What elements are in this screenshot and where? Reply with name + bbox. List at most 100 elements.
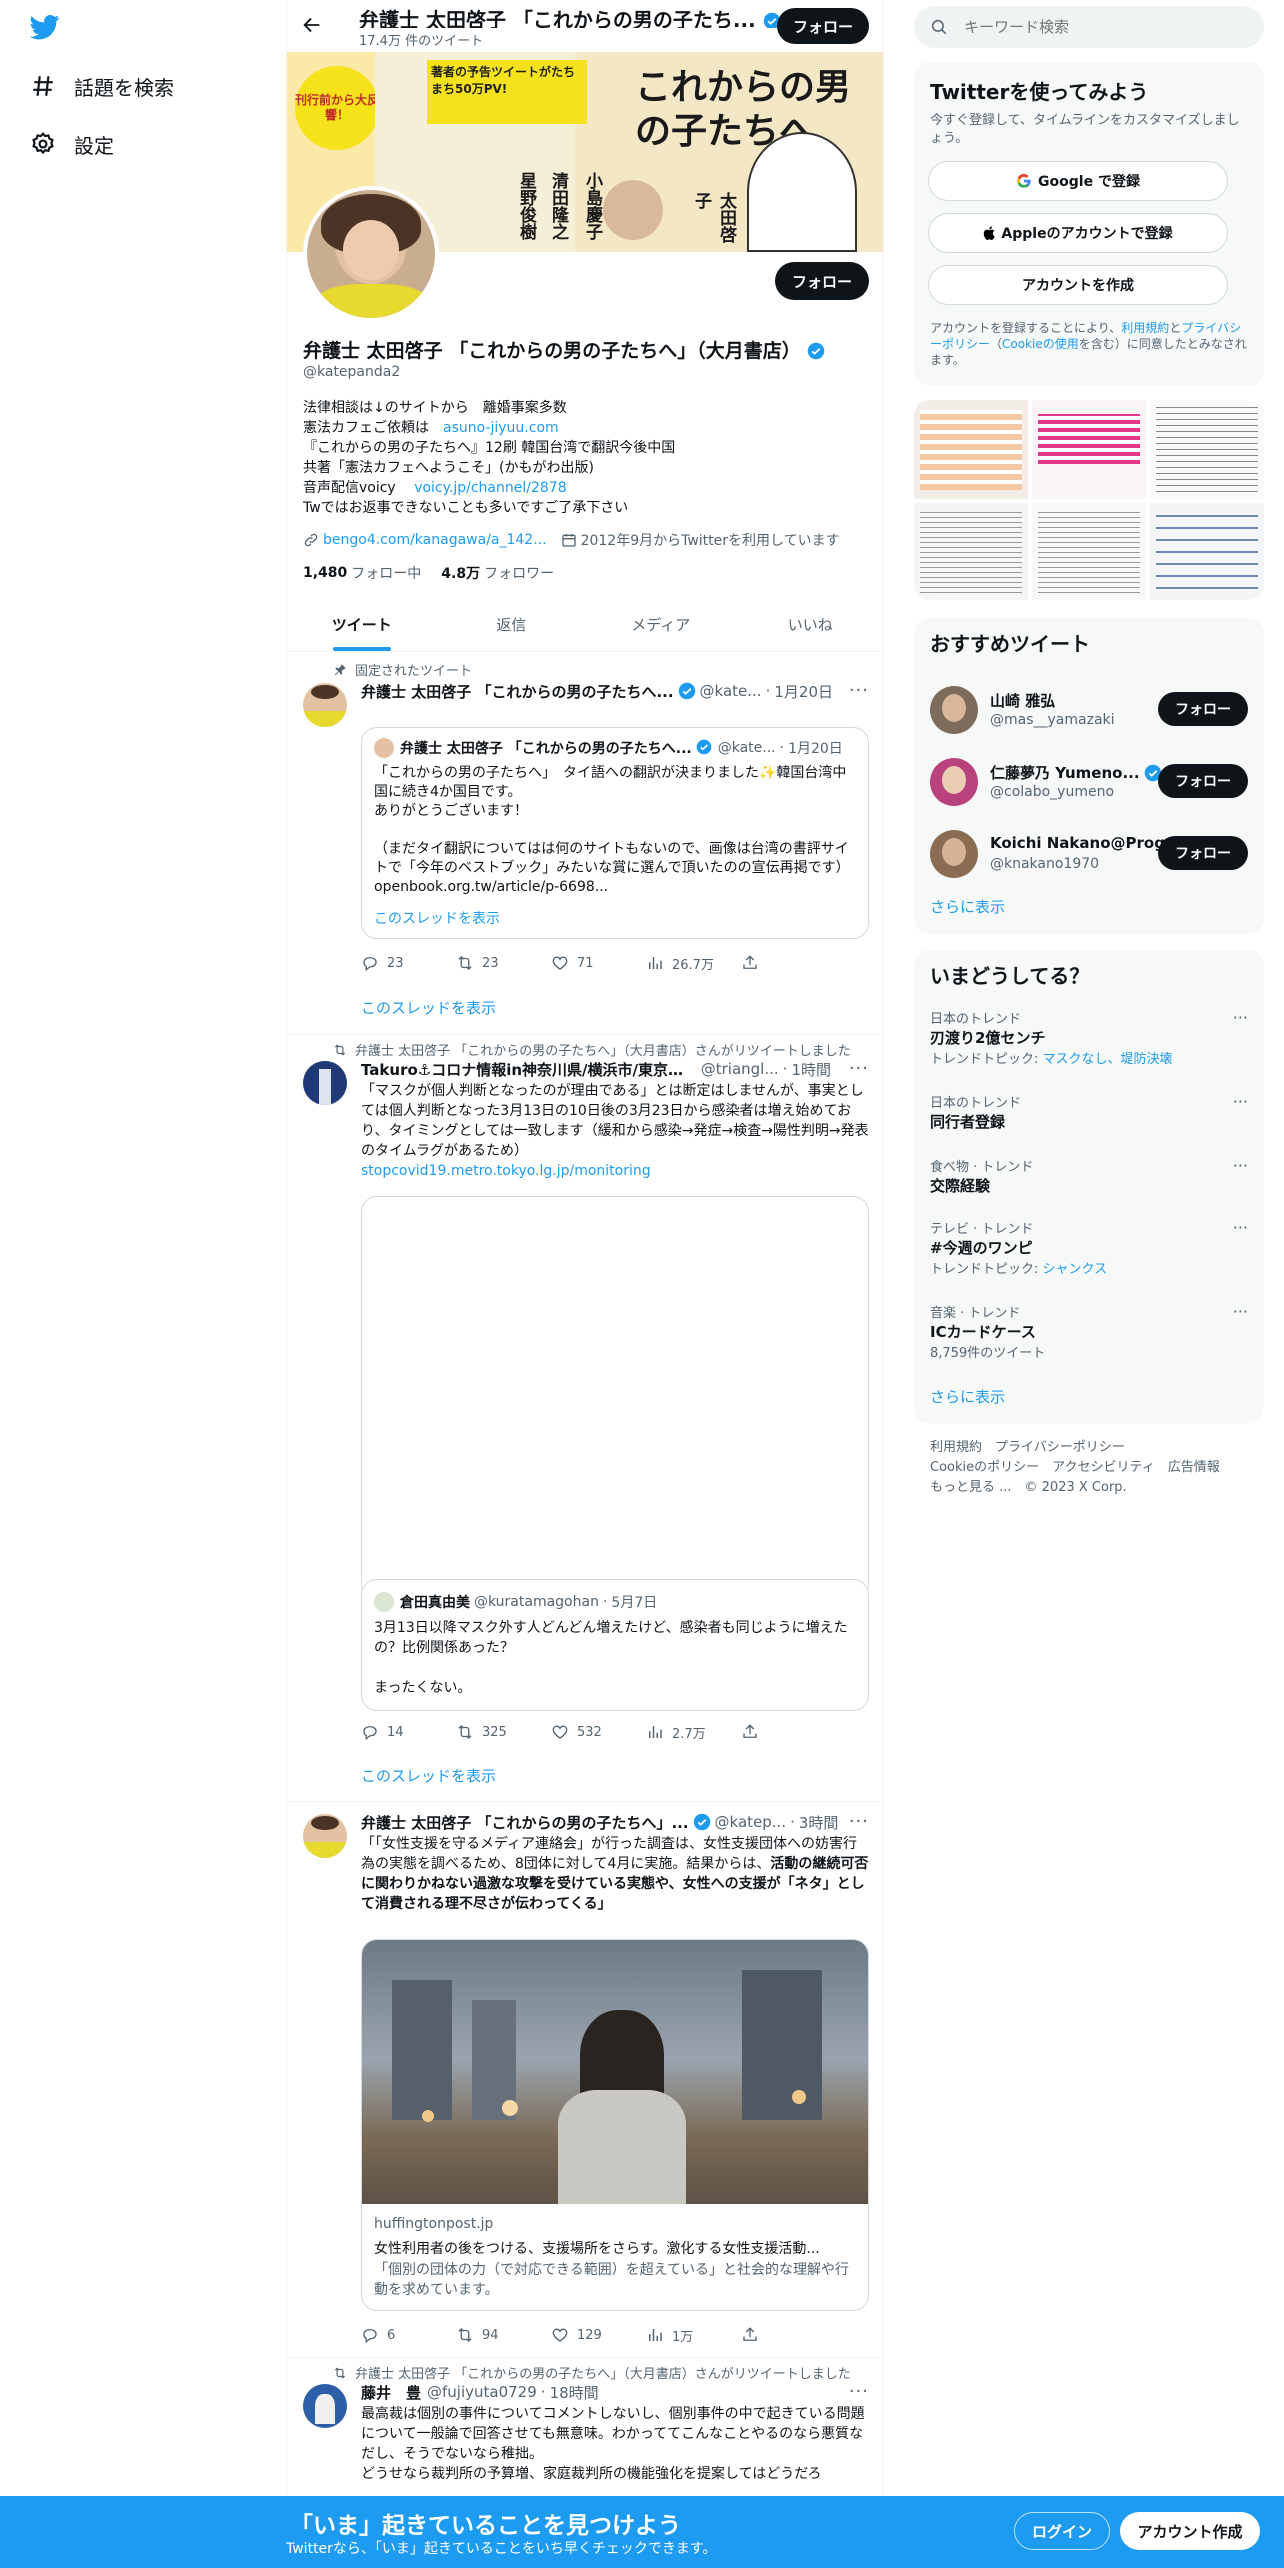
quote-tweet[interactable]: 弁護士 太田啓子 「これからの男の子たちへ... @kate... · 1月20… (361, 727, 869, 939)
quote-show-thread[interactable]: このスレッドを表示 (374, 908, 500, 928)
media-thumbnail[interactable] (1150, 400, 1264, 499)
share-button[interactable] (741, 1723, 836, 1741)
tweet-pinned[interactable]: 固定されたツイート 弁護士 太田啓子 「これからの男の子たちへ... @kate… (287, 653, 883, 1035)
show-thread-link[interactable]: このスレッドを表示 (361, 997, 496, 1018)
tweet-time[interactable]: 3時間 (799, 1812, 839, 1832)
search-input[interactable] (964, 18, 1244, 36)
show-thread-link[interactable]: このスレッドを表示 (361, 1765, 496, 1786)
author-name[interactable]: 弁護士 太田啓子 「これからの男の子たちへ」... (361, 1812, 689, 1832)
media-thumbnail[interactable] (914, 503, 1028, 600)
views-button[interactable]: 26.7万 (646, 954, 741, 973)
media-thumbnail[interactable] (914, 400, 1028, 499)
trend-topic-link[interactable]: シャンクス (1043, 1262, 1108, 1277)
terms-link[interactable]: 利用規約 (1121, 321, 1169, 335)
follow-button[interactable]: フォロー (1158, 764, 1248, 798)
recommended-show-more[interactable]: さらに表示 (930, 896, 1005, 917)
trend-topic-link[interactable]: マスクなし、堤防決壊 (1043, 1052, 1173, 1067)
tweet-time[interactable]: 18時間 (550, 2382, 599, 2402)
trend-item[interactable]: 日本のトレンド 刃渡り2億センチ トレンドトピック: マスクなし、堤防決壊 ··… (930, 1008, 1248, 1067)
retweet-button[interactable]: 94 (456, 2326, 551, 2344)
tweet-time[interactable]: 1月20日 (774, 681, 833, 701)
recommended-user[interactable]: 仁藤夢乃 Yumeno... @colabo_yumeno フォロー (914, 746, 1264, 818)
retweet-button[interactable]: 23 (456, 954, 551, 972)
tweet-link[interactable]: stopcovid19.metro.tokyo.lg.jp/monitoring (361, 1161, 869, 1181)
trend-more-icon[interactable]: ··· (1233, 1156, 1248, 1175)
following-label[interactable]: フォロー中 (351, 563, 421, 583)
profile-website[interactable]: bengo4.com/kanagawa/a_142... (323, 532, 547, 548)
tab-media[interactable]: メディア (586, 598, 736, 651)
like-button[interactable]: 532 (551, 1723, 646, 1741)
reply-button[interactable]: 6 (361, 2326, 456, 2344)
author-name[interactable]: 藤井 豊 (361, 2382, 421, 2402)
author-handle[interactable]: @fujiyuta0729 (427, 2383, 537, 2401)
more-options-icon[interactable]: ··· (849, 2381, 869, 2402)
author-name[interactable]: Takuro⚓コロナ情報in神奈川県/横浜市/東京都(全... (361, 1059, 697, 1079)
follow-button[interactable]: フォロー (1158, 692, 1248, 726)
trend-item[interactable]: 日本のトレンド 同行者登録 ··· (930, 1092, 1248, 1132)
apple-signup-button[interactable]: Appleのアカウントで登録 (928, 213, 1228, 253)
cookie-link[interactable]: Cookieの使用 (1002, 337, 1079, 351)
trend-item[interactable]: テレビ · トレンド #今週のワンピ トレンドトピック: シャンクス ··· (930, 1218, 1248, 1277)
recommended-user[interactable]: Koichi Nakano@Prog... @knakano1970 フォロー (914, 818, 1264, 890)
tab-likes[interactable]: いいね (736, 598, 884, 651)
bio-link[interactable]: voicy.jp/channel/2878 (414, 480, 566, 496)
retweet-button[interactable]: 325 (456, 1723, 551, 1741)
views-button[interactable]: 2.7万 (646, 1723, 741, 1742)
trends-show-more[interactable]: さらに表示 (930, 1386, 1005, 1407)
trend-more-icon[interactable]: ··· (1233, 1218, 1248, 1237)
footer-line[interactable]: もっと見る ... © 2023 X Corp. (930, 1478, 1250, 1498)
back-arrow-icon[interactable] (301, 14, 325, 38)
google-signup-button[interactable]: Google で登録 (928, 161, 1228, 201)
footer-line[interactable]: Cookieのポリシー アクセシビリティ 広告情報 (930, 1458, 1250, 1478)
avatar[interactable] (303, 683, 347, 727)
trend-item[interactable]: 音楽 · トレンド ICカードケース 8,759件のツイート ··· (930, 1302, 1248, 1361)
login-button[interactable]: ログイン (1014, 2512, 1110, 2550)
like-button[interactable]: 71 (551, 954, 646, 972)
share-button[interactable] (741, 954, 836, 972)
nav-settings[interactable]: 設定 (0, 115, 114, 173)
tweet-retweet-takuro[interactable]: 弁護士 太田啓子 「これからの男の子たちへ」（大月書店）さんがリツイートしました… (287, 1035, 883, 1802)
bio-link[interactable]: asuno-jiyuu.com (443, 420, 559, 436)
reply-button[interactable]: 23 (361, 954, 456, 972)
media-thumbnail[interactable] (1032, 400, 1146, 499)
reply-button[interactable]: 14 (361, 1723, 456, 1741)
tab-tweets[interactable]: ツイート (287, 598, 437, 651)
media-thumbnail[interactable] (1150, 503, 1264, 600)
avatar[interactable] (303, 1061, 347, 1105)
like-button[interactable]: 129 (551, 2326, 646, 2344)
more-options-icon[interactable]: ··· (849, 1058, 869, 1079)
share-button[interactable] (741, 2326, 836, 2344)
tweet-huffpost[interactable]: 弁護士 太田啓子 「これからの男の子たちへ」... @katep... · 3時… (287, 1802, 883, 2358)
trend-item[interactable]: 食べ物 · トレンド 交際経験 ··· (930, 1156, 1248, 1196)
profile-follow-button[interactable]: フォロー (775, 262, 869, 300)
following-count[interactable]: 1,480 (303, 565, 347, 581)
tab-replies[interactable]: 返信 (437, 598, 587, 651)
footer-line[interactable]: 利用規約 プライバシーポリシー (930, 1438, 1250, 1458)
header-follow-button[interactable]: フォロー (777, 8, 869, 44)
media-thumbnail[interactable] (1032, 503, 1146, 600)
author-handle[interactable]: @triangl... (701, 1060, 779, 1078)
nav-explore[interactable]: 話題を検索 (0, 57, 174, 115)
trend-more-icon[interactable]: ··· (1233, 1092, 1248, 1111)
tweet-time[interactable]: 1時間 (791, 1059, 831, 1079)
quote-tweet[interactable]: 倉田真由美 @kuratamagohan · 5月7日 3月13日以降マスク外す… (361, 1579, 869, 1711)
search-box[interactable] (914, 6, 1264, 48)
follow-button[interactable]: フォロー (1158, 836, 1248, 870)
signup-button[interactable]: アカウント作成 (1120, 2512, 1260, 2550)
trend-more-icon[interactable]: ··· (1233, 1008, 1248, 1027)
trend-more-icon[interactable]: ··· (1233, 1302, 1248, 1321)
recommended-user[interactable]: 山崎 雅弘 @mas__yamazaki フォロー (914, 674, 1264, 746)
author-handle[interactable]: @kate... (700, 682, 762, 700)
avatar[interactable] (303, 1814, 347, 1858)
create-account-button[interactable]: アカウントを作成 (928, 265, 1228, 305)
more-options-icon[interactable]: ··· (849, 680, 869, 701)
followers-count[interactable]: 4.8万 (441, 563, 480, 583)
author-handle[interactable]: @katep... (715, 1813, 787, 1831)
views-button[interactable]: 1万 (646, 2326, 741, 2345)
more-options-icon[interactable]: ··· (849, 1811, 869, 1832)
profile-avatar[interactable] (303, 186, 439, 322)
link-card[interactable]: huffingtonpost.jp 女性利用者の後をつける、支援場所をさらす。激… (361, 1939, 869, 2311)
media-placeholder[interactable] (361, 1196, 869, 1600)
avatar[interactable] (303, 2384, 347, 2428)
author-name[interactable]: 弁護士 太田啓子 「これからの男の子たちへ... (361, 681, 674, 701)
